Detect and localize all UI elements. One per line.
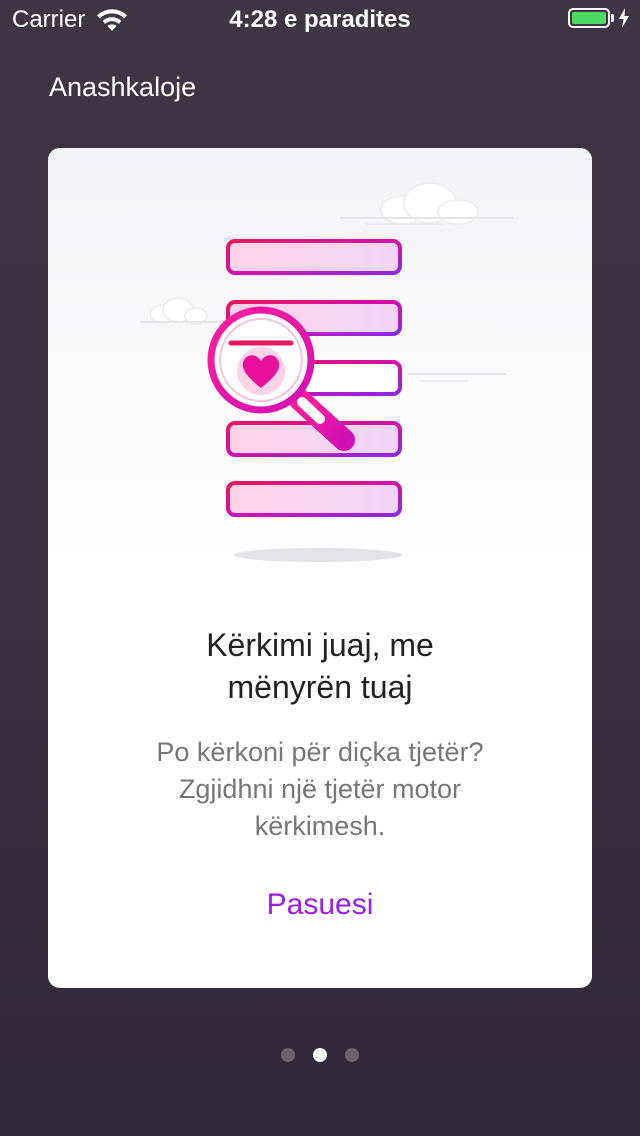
charging-bolt-icon bbox=[619, 8, 629, 28]
card-description: Po kërkoni për diçka tjetër? Zgjidhni nj… bbox=[88, 734, 552, 845]
magnifier-heart-list-icon bbox=[140, 182, 513, 562]
onboarding-card: Kërkimi juaj, me mënyrën tuaj Po kërkoni… bbox=[48, 148, 592, 988]
page-dot-3[interactable] bbox=[345, 1048, 359, 1062]
clock: 4:28 e paradites bbox=[229, 6, 411, 33]
list-row-5 bbox=[226, 481, 402, 517]
page-indicator[interactable] bbox=[0, 1048, 640, 1062]
next-button[interactable]: Pasuesi bbox=[48, 888, 592, 922]
card-description-line-3: kërkimesh. bbox=[254, 811, 386, 841]
battery-tip bbox=[611, 14, 614, 22]
battery-icon bbox=[568, 8, 610, 28]
status-bar: Carrier 4:28 e paradites bbox=[0, 0, 640, 40]
card-title: Kërkimi juaj, me mënyrën tuaj bbox=[48, 624, 592, 708]
list-row-1 bbox=[226, 239, 402, 275]
page-dot-1[interactable] bbox=[281, 1048, 295, 1062]
skip-button[interactable]: Anashkaloje bbox=[49, 72, 196, 103]
battery-indicator bbox=[568, 8, 630, 28]
card-description-line-1: Po kërkoni për diçka tjetër? bbox=[156, 737, 484, 767]
cloud-icon bbox=[149, 297, 208, 325]
card-title-line-1: Kërkimi juaj, me bbox=[206, 627, 434, 663]
list-row-4 bbox=[226, 421, 402, 457]
battery-level bbox=[572, 12, 606, 24]
card-title-line-2: mënyrën tuaj bbox=[227, 669, 413, 705]
page-dot-2[interactable] bbox=[313, 1048, 327, 1062]
card-description-line-2: Zgjidhni një tjetër motor bbox=[178, 774, 462, 804]
